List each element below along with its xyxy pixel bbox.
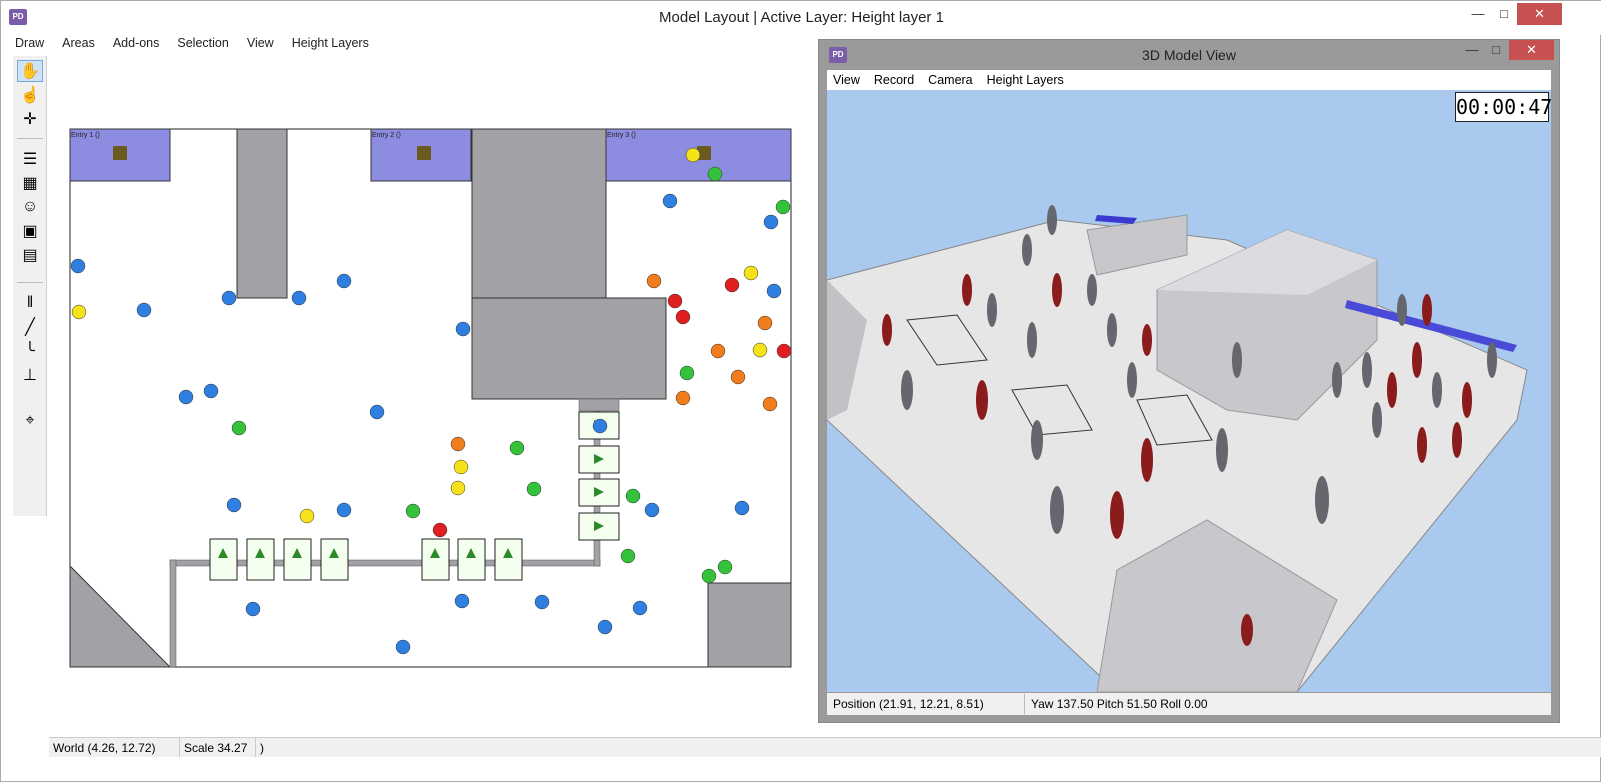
menu-bar: Draw Areas Add-ons Selection View Height… xyxy=(13,34,371,54)
menu-height-layers[interactable]: Height Layers xyxy=(290,34,371,54)
move-arrows-icon[interactable]: ✛ xyxy=(17,108,43,130)
door-icon xyxy=(417,146,431,160)
barrier-line xyxy=(578,398,620,412)
barrier-line xyxy=(169,559,177,668)
status-extra: ) xyxy=(260,741,264,755)
3d-menu-camera[interactable]: Camera xyxy=(928,73,972,87)
wall-block xyxy=(236,128,288,299)
3d-menu-height-layers[interactable]: Height Layers xyxy=(987,73,1064,87)
stairs-layer-icon[interactable]: ☰ xyxy=(17,148,43,170)
wall-block xyxy=(707,582,792,668)
status-bar: World (4.26, 12.72) Scale 34.27 ) xyxy=(49,737,1601,757)
agent-icon[interactable]: ☺ xyxy=(17,196,43,218)
menu-selection[interactable]: Selection xyxy=(175,34,230,54)
gate-icon[interactable]: ‖ xyxy=(17,292,43,314)
camera-orientation: Yaw 137.50 Pitch 51.50 Roll 0.00 xyxy=(1031,697,1208,711)
camera-position: Position (21.91, 12.21, 8.51) xyxy=(827,694,1025,714)
menu-view[interactable]: View xyxy=(245,34,276,54)
tool-palette: ✋ ☝ ✛ ☰ ▦ ☺ ▣ ▤ ‖ ╱ ╰ ⊥ ⌖ xyxy=(13,56,47,516)
scale-readout: Scale 34.27 xyxy=(180,738,256,757)
3d-view-close-button[interactable]: ✕ xyxy=(1509,40,1554,60)
spawn-label: Entry 2 () xyxy=(372,132,401,139)
escalator-icon[interactable]: ╰ xyxy=(17,340,43,362)
layout-drawing[interactable]: Entry 1 () Entry 2 () Entry 3 () xyxy=(49,56,817,736)
layout-canvas[interactable]: Entry 1 () Entry 2 () Entry 3 () xyxy=(49,56,817,736)
menu-draw[interactable]: Draw xyxy=(13,34,46,54)
3d-model-view-window: PD 3D Model View — □ ✕ View Record Camer… xyxy=(818,39,1560,723)
map-icon[interactable]: ▤ xyxy=(17,244,43,266)
simulation-timer: 00:00:47 xyxy=(1455,92,1551,122)
3d-view-title-bar: PD 3D Model View — □ ✕ xyxy=(819,40,1559,70)
pointer-hand-icon[interactable]: ☝ xyxy=(17,84,43,106)
3d-menu-record[interactable]: Record xyxy=(874,73,914,87)
hand-pan-icon[interactable]: ✋ xyxy=(17,60,43,82)
wall-block xyxy=(471,128,607,299)
3d-viewport[interactable]: 00:00:47 xyxy=(827,90,1551,692)
area-blocks-icon[interactable]: ▦ xyxy=(17,172,43,194)
maximize-button[interactable]: □ xyxy=(1487,3,1521,25)
3d-menu-view[interactable]: View xyxy=(833,73,860,87)
spawn-label: Entry 1 () xyxy=(71,132,100,139)
toolbar-separator xyxy=(17,282,43,283)
toolbar-separator xyxy=(17,138,43,139)
menu-add-ons[interactable]: Add-ons xyxy=(111,34,162,54)
window-title: Model Layout | Active Layer: Height laye… xyxy=(659,9,944,26)
door-icon xyxy=(113,146,127,160)
3d-spawn-area xyxy=(1095,215,1137,224)
3d-view-menu-bar: View Record Camera Height Layers xyxy=(827,70,1551,90)
world-coordinates: World (4.26, 12.72) xyxy=(49,738,180,757)
model-layout-window: PD Model Layout | Active Layer: Height l… xyxy=(0,0,1601,782)
door-icon[interactable]: ▣ xyxy=(17,220,43,242)
stair-line-icon[interactable]: ╱ xyxy=(17,316,43,338)
measure-tape-icon[interactable]: ⌖ xyxy=(17,410,43,432)
title-bar: PD Model Layout | Active Layer: Height l… xyxy=(1,1,1601,35)
wall-block xyxy=(471,297,667,400)
spawn-label: Entry 3 () xyxy=(607,132,636,139)
3d-view-title: 3D Model View xyxy=(1142,47,1236,63)
menu-areas[interactable]: Areas xyxy=(60,34,97,54)
3d-view-maximize-button[interactable]: □ xyxy=(1479,40,1513,60)
3d-view-status-bar: Position (21.91, 12.21, 8.51) Yaw 137.50… xyxy=(827,693,1551,715)
close-button[interactable]: ✕ xyxy=(1517,3,1562,25)
elevator-icon[interactable]: ⊥ xyxy=(17,364,43,386)
3d-scene-drawing[interactable] xyxy=(827,90,1551,692)
